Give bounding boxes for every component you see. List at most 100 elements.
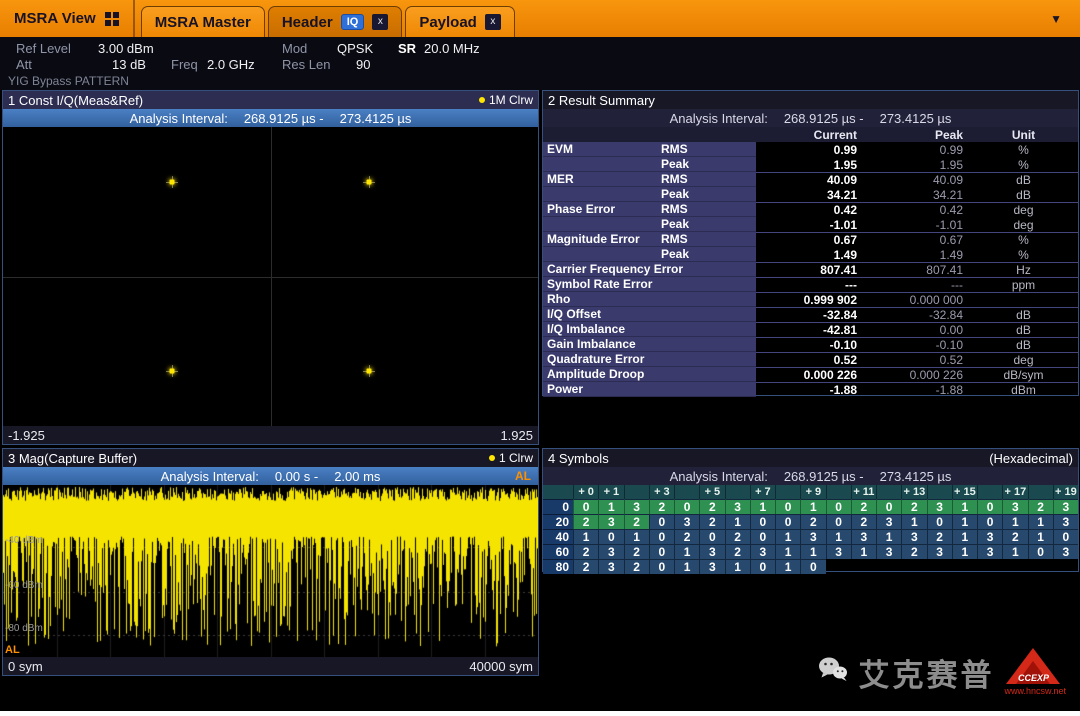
symbol-cell: 3 <box>598 544 624 559</box>
symbol-cell: 0 <box>926 514 952 529</box>
interval-from: 268.9125 µs - <box>243 110 324 126</box>
result-unit: deg <box>1013 217 1034 232</box>
result-row: Peak 1.95 1.95% <box>543 157 1078 172</box>
symbol-cell: 0 <box>749 559 775 574</box>
symbols-col-header: + 1 <box>598 485 624 499</box>
result-current-value: 0.67 <box>833 232 857 247</box>
symbol-cell: 2 <box>724 529 750 544</box>
symbol-cell: 1 <box>674 544 700 559</box>
trace-legend: 1M Clrw <box>479 93 533 107</box>
symbol-cell-empty <box>1053 559 1078 574</box>
symbol-cell: 3 <box>699 559 725 574</box>
symbol-cell: 0 <box>598 529 624 544</box>
chevron-down-icon[interactable]: ▼ <box>1050 12 1080 26</box>
symbol-cell: 3 <box>724 499 750 514</box>
panel-symbols-title-bar[interactable]: 4 Symbols (Hexadecimal) <box>543 449 1078 467</box>
tab-header[interactable]: Header IQ x <box>267 6 403 37</box>
result-label-cell: MER RMS <box>543 172 756 187</box>
tab-msra-master[interactable]: MSRA Master <box>140 6 265 37</box>
x-axis-max: 40000 sym <box>469 658 533 674</box>
result-sublabel: Peak <box>661 157 690 171</box>
msra-view-button[interactable]: MSRA View <box>0 0 135 37</box>
symbol-cell-empty <box>1002 559 1027 574</box>
symbol-cell: 3 <box>674 514 700 529</box>
symbol-cell: 0 <box>876 499 902 514</box>
result-label: Phase Error <box>547 202 616 216</box>
result-label-cell: I/Q Offset <box>543 307 756 322</box>
panel-mag-capture[interactable]: 3 Mag(Capture Buffer) 1 Clrw Analysis In… <box>2 448 539 676</box>
channel-info-bar[interactable]: Ref Level 3.00 dBm Mod QPSK SR 20.0 MHz … <box>0 37 1080 90</box>
result-row: Peak 1.49 1.49% <box>543 247 1078 262</box>
panel-result-summary[interactable]: 2 Result Summary Analysis Interval: 268.… <box>542 90 1079 397</box>
yig-bypass-pattern-label: YIG Bypass PATTERN <box>8 74 129 88</box>
symbol-cell: 3 <box>926 544 952 559</box>
auto-level-indicator: AL <box>5 644 20 656</box>
panel-const-title-bar[interactable]: 1 Const I/Q(Meas&Ref) 1M Clrw <box>3 91 538 109</box>
x-axis-max: 1.925 <box>500 427 533 443</box>
auto-level-indicator: AL <box>515 469 531 483</box>
close-icon[interactable]: x <box>484 14 501 30</box>
symbol-cell: 3 <box>598 514 624 529</box>
result-row: MER RMS 40.09 40.09 dB <box>543 172 1078 187</box>
result-row: Peak 34.21 34.21 dB <box>543 187 1078 202</box>
symbol-cell: 3 <box>598 559 624 574</box>
tab-payload[interactable]: Payload x <box>405 6 515 37</box>
result-current-value: 1.95 <box>833 157 857 172</box>
symbol-cell: 0 <box>775 514 801 529</box>
result-row: Symbol Rate Error --- --- ppm <box>543 277 1078 292</box>
symbol-cell: 1 <box>951 544 977 559</box>
symbol-cell: 1 <box>876 529 902 544</box>
result-label-cell: Symbol Rate Error <box>543 277 756 292</box>
symbols-row: 40 1 0 1 0 2 0 2 0 1 3 1 3 1 3 2 1 3 2 1 0 <box>543 529 1078 544</box>
summary-column-headers: Current Peak Unit <box>543 127 1078 142</box>
panel-mag-title-bar[interactable]: 3 Mag(Capture Buffer) 1 Clrw <box>3 449 538 467</box>
symbol-cell: 1 <box>951 514 977 529</box>
att-label: Att <box>16 57 32 72</box>
grid-icon <box>104 11 119 26</box>
close-icon[interactable]: x <box>372 14 389 30</box>
symbol-cell: 2 <box>901 499 927 514</box>
result-row: Amplitude Droop 0.000 226 0.000 226 dB/sym <box>543 367 1078 382</box>
result-row: Phase Error RMS 0.42 0.42 deg <box>543 202 1078 217</box>
symbol-cell: 2 <box>926 529 952 544</box>
symbol-cell-empty <box>876 559 901 574</box>
symbols-col-header <box>775 485 801 499</box>
result-row: EVM RMS 0.99 0.99% <box>543 142 1078 157</box>
panel-mag-title: 3 Mag(Capture Buffer) <box>8 450 138 466</box>
result-unit: % <box>1018 157 1029 172</box>
symbol-cell: 1 <box>1027 514 1053 529</box>
symbols-col-header: + 0 <box>573 485 599 499</box>
watermark-url: www.hncsw.net <box>1004 686 1066 696</box>
symbols-col-header: + 17 <box>1002 485 1028 499</box>
result-label-cell: Quadrature Error <box>543 352 756 367</box>
panel-symbols[interactable]: 4 Symbols (Hexadecimal) Analysis Interva… <box>542 448 1079 574</box>
mag-x-axis: 0 sym 40000 sym <box>3 657 538 675</box>
interval-to: 273.4125 µs <box>879 468 952 484</box>
constellation-plot[interactable] <box>3 127 538 426</box>
ccexp-logo-text: CCEXP <box>1017 673 1049 683</box>
result-current-value: 0.99 <box>833 142 857 157</box>
trace-label: 1 Clrw <box>498 451 533 465</box>
symbol-cell: 3 <box>825 544 851 559</box>
symbol-cell: 1 <box>775 544 801 559</box>
result-row: Gain Imbalance -0.10 -0.10 dB <box>543 337 1078 352</box>
symbols-col-header <box>926 485 952 499</box>
constellation-point <box>169 368 175 374</box>
ccexp-logo: CCEXP <box>1004 648 1062 684</box>
panel-summary-title-bar[interactable]: 2 Result Summary <box>543 91 1078 109</box>
symbol-cell: 3 <box>977 544 1003 559</box>
magnitude-plot[interactable]: -40 dBm -60 dBm -80 dBm AL <box>3 485 538 657</box>
result-current-value: -42.81 <box>822 322 857 337</box>
result-unit: deg <box>1013 202 1034 217</box>
interval-from: 268.9125 µs - <box>783 110 864 126</box>
watermark-brand-text: 艾克赛普 <box>858 657 995 693</box>
result-label: Rho <box>547 292 571 306</box>
result-sublabel: RMS <box>661 142 688 156</box>
panel-const-iq[interactable]: 1 Const I/Q(Meas&Ref) 1M Clrw Analysis I… <box>2 90 539 445</box>
sr-value: 20.0 MHz <box>424 41 480 56</box>
result-label-cell: Power <box>543 382 756 397</box>
result-unit: dB/sym <box>1003 367 1044 382</box>
msra-view-label: MSRA View <box>14 10 96 27</box>
symbol-cell: 3 <box>926 499 952 514</box>
result-unit: dB <box>1016 172 1031 187</box>
